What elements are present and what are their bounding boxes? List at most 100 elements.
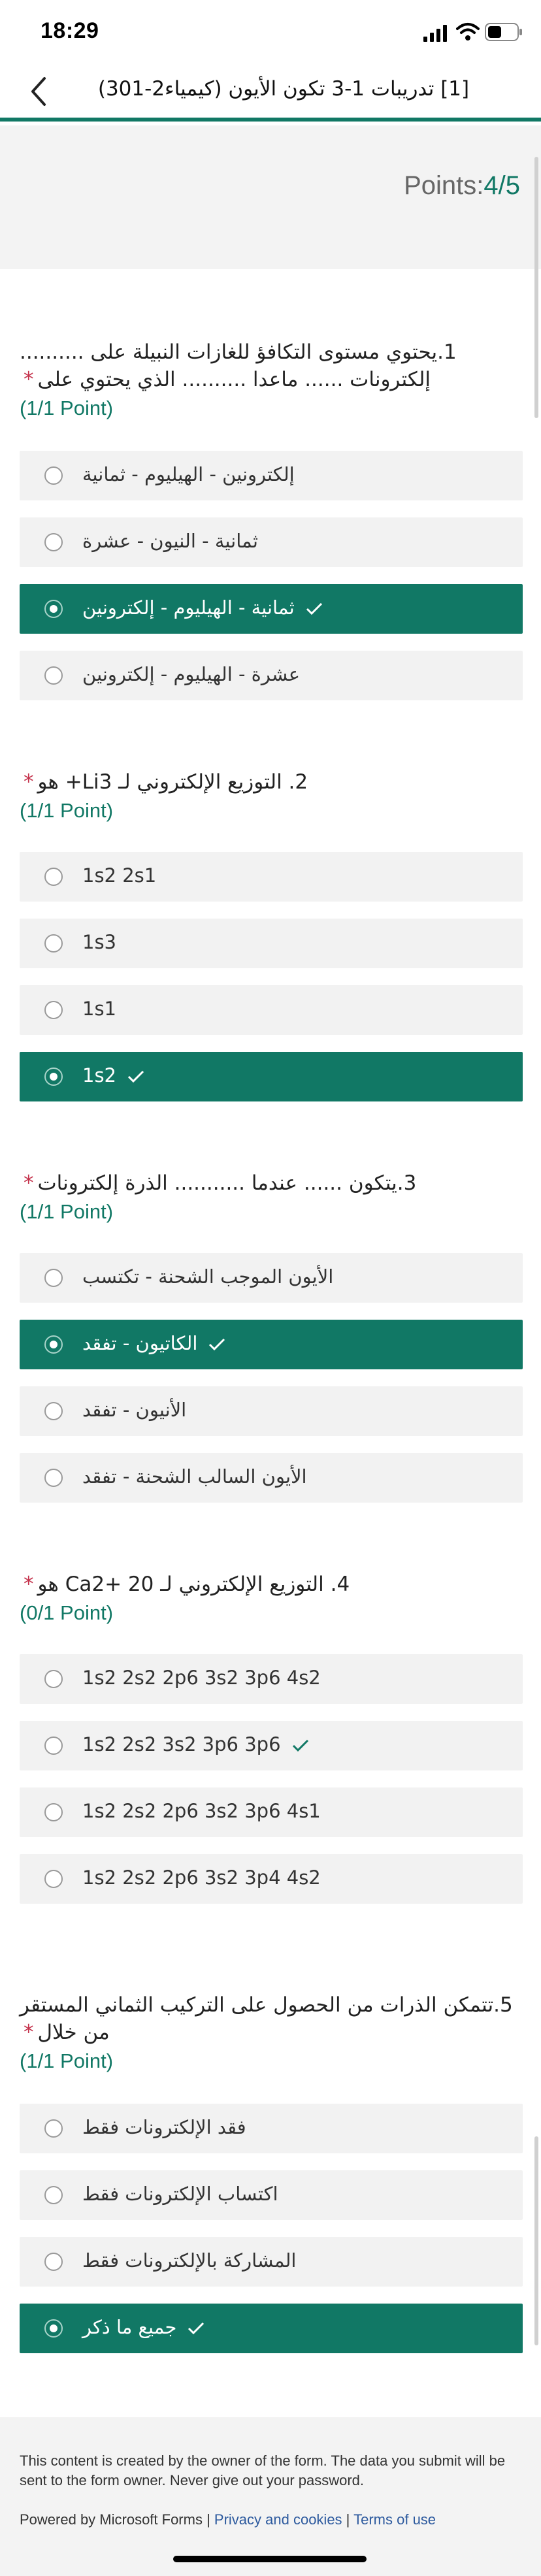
wifi-icon (456, 23, 480, 41)
question-text: 5.تتمكن الذرات من الحصول على التركيب الث… (20, 1993, 513, 2044)
option-label: 1s2 2s2 3s2 3p6 3p6 (82, 1733, 310, 1755)
option[interactable]: 1s2 2s1 (20, 852, 523, 902)
option-selected-correct[interactable]: 1s2 (20, 1052, 523, 1101)
option[interactable]: الأيون الموجب الشحنة - تكتسب (20, 1253, 523, 1303)
radio-button[interactable] (44, 2253, 63, 2271)
battery-icon (485, 23, 522, 41)
radio-button[interactable] (44, 2186, 63, 2204)
option-label: عشرة - الهيليوم - إلكترونين (82, 663, 301, 685)
option[interactable]: 1s2 2s2 2p6 3s2 3p6 4s2 (20, 1654, 523, 1704)
question-text: 2. التوزيع الإلكتروني لـ Li3+ هو* (24, 770, 308, 794)
option-label: 1s2 2s1 (82, 864, 157, 887)
radio-button[interactable] (44, 1736, 63, 1755)
option[interactable]: 1s3 (20, 919, 523, 968)
radio-button-selected[interactable] (44, 1068, 63, 1086)
option[interactable]: الأنيون - تفقد (20, 1386, 523, 1436)
option[interactable]: إلكترونين - الهيليوم - ثمانية (20, 451, 523, 500)
radio-button[interactable] (44, 1670, 63, 1688)
radio-button[interactable] (44, 1870, 63, 1888)
required-marker: * (24, 1171, 34, 1195)
question-2: 2. التوزيع الإلكتروني لـ Li3+ هو* (1/1 P… (20, 768, 523, 824)
signal-icon (423, 25, 447, 42)
checkmark-icon (209, 1338, 225, 1351)
question-4: 4. التوزيع الإلكتروني لـ Ca2+ 20 هو* (0/… (20, 1571, 523, 1627)
checkmark-icon (188, 2322, 205, 2335)
radio-button-selected[interactable] (44, 2319, 63, 2338)
radio-button[interactable] (44, 466, 63, 485)
question-1: 1.يحتوي مستوى التكافؤ للغازات النبيلة عل… (20, 338, 523, 422)
option-label: 1s1 (82, 998, 117, 1020)
points-score: 4/5 (484, 171, 520, 200)
option[interactable]: 1s1 (20, 985, 523, 1035)
radio-button[interactable] (44, 1803, 63, 1821)
option-label: اكتساب الإلكترونات فقط (82, 2183, 278, 2205)
question-score: (1/1 Point) (20, 1200, 114, 1223)
radio-button[interactable] (44, 1402, 63, 1420)
scrollbar[interactable] (534, 157, 538, 418)
footer-links: Powered by Microsoft Forms | Privacy and… (20, 2511, 436, 2528)
chevron-left-icon[interactable] (25, 74, 54, 108)
nav-bar: [1] تدريبات 1-3 تكون الأيون (كيمياء2-301… (0, 63, 541, 122)
radio-button[interactable] (44, 1001, 63, 1019)
option-selected-correct[interactable]: ثمانية - الهيليوم - إلكترونين (20, 584, 523, 634)
option[interactable]: الأيون السالب الشحنة - تفقد (20, 1453, 523, 1503)
page-title: [1] تدريبات 1-3 تكون الأيون (كيمياء2-301… (97, 77, 470, 101)
question-3: 3.يتكون ...... عندما ........... الذرة إ… (20, 1169, 523, 1226)
privacy-link[interactable]: Privacy and cookies (214, 2511, 342, 2528)
option[interactable]: عشرة - الهيليوم - إلكترونين (20, 651, 523, 700)
scrollbar-lower[interactable] (534, 2136, 538, 2345)
option[interactable]: 1s2 2s2 2p6 3s2 3p6 4s1 (20, 1787, 523, 1837)
option-label: 1s2 2s2 2p6 3s2 3p4 4s2 (82, 1867, 321, 1889)
question-score: (1/1 Point) (20, 2049, 114, 2072)
option[interactable]: المشاركة بالإلكترونات فقط (20, 2237, 523, 2287)
option-label: إلكترونين - الهيليوم - ثمانية (82, 463, 295, 485)
option-label: جميع ما ذكر (82, 2316, 205, 2338)
question-score: (0/1 Point) (20, 1601, 114, 1624)
question-text: 1.يحتوي مستوى التكافؤ للغازات النبيلة عل… (20, 340, 457, 391)
radio-button[interactable] (44, 666, 63, 685)
radio-button-selected[interactable] (44, 1335, 63, 1354)
home-indicator[interactable] (173, 2556, 367, 2562)
radio-button[interactable] (44, 2119, 63, 2138)
option[interactable]: ثمانية - النيون - عشرة (20, 517, 523, 567)
question-score: (1/1 Point) (20, 799, 114, 822)
option[interactable]: فقد الإلكترونات فقط (20, 2104, 523, 2153)
required-marker: * (24, 368, 34, 391)
option[interactable]: اكتساب الإلكترونات فقط (20, 2170, 523, 2220)
required-marker: * (24, 1573, 34, 1596)
forms-page: 18:29 [1] تدريبات 1-3 تكون الأيون (كيميا… (0, 0, 541, 2576)
radio-button-selected[interactable] (44, 600, 63, 618)
powered-by-text: Powered by Microsoft Forms | (20, 2511, 214, 2528)
status-bar: 18:29 (0, 0, 541, 63)
points-header: Points:4/5 (0, 125, 541, 269)
option-label: الأيون السالب الشحنة - تفقد (82, 1465, 307, 1488)
option-label: المشاركة بالإلكترونات فقط (82, 2249, 297, 2272)
points-summary: Points:4/5 (404, 171, 520, 201)
option-label: الأنيون - تفقد (82, 1399, 187, 1421)
footer: This content is created by the owner of … (0, 2417, 541, 2576)
option-label: 1s2 2s2 2p6 3s2 3p6 4s1 (82, 1800, 321, 1822)
option-selected-correct[interactable]: جميع ما ذكر (20, 2304, 523, 2353)
option-label: الكاتيون - تفقد (82, 1332, 226, 1354)
checkmark-icon (292, 1739, 308, 1752)
radio-button[interactable] (44, 1269, 63, 1287)
option-label: فقد الإلكترونات فقط (82, 2116, 246, 2138)
radio-button[interactable] (44, 1469, 63, 1487)
radio-button[interactable] (44, 868, 63, 886)
radio-button[interactable] (44, 934, 63, 953)
question-text: 4. التوزيع الإلكتروني لـ Ca2+ 20 هو* (24, 1573, 350, 1596)
required-marker: * (24, 2021, 34, 2044)
option-correct-answer[interactable]: 1s2 2s2 3s2 3p6 3p6 (20, 1721, 523, 1770)
question-5: 5.تتمكن الذرات من الحصول على التركيب الث… (20, 1991, 523, 2075)
question-score: (1/1 Point) (20, 397, 114, 419)
option-label: الأيون الموجب الشحنة - تكتسب (82, 1265, 334, 1288)
option[interactable]: 1s2 2s2 2p6 3s2 3p4 4s2 (20, 1854, 523, 1904)
terms-link[interactable]: Terms of use (353, 2511, 436, 2528)
checkmark-icon (306, 602, 322, 615)
option-label: ثمانية - النيون - عشرة (82, 530, 258, 552)
option-label: 1s2 (82, 1064, 145, 1086)
link-separator: | (342, 2511, 354, 2528)
footer-disclaimer: This content is created by the owner of … (20, 2453, 506, 2488)
option-selected-correct[interactable]: الكاتيون - تفقد (20, 1320, 523, 1369)
radio-button[interactable] (44, 533, 63, 551)
